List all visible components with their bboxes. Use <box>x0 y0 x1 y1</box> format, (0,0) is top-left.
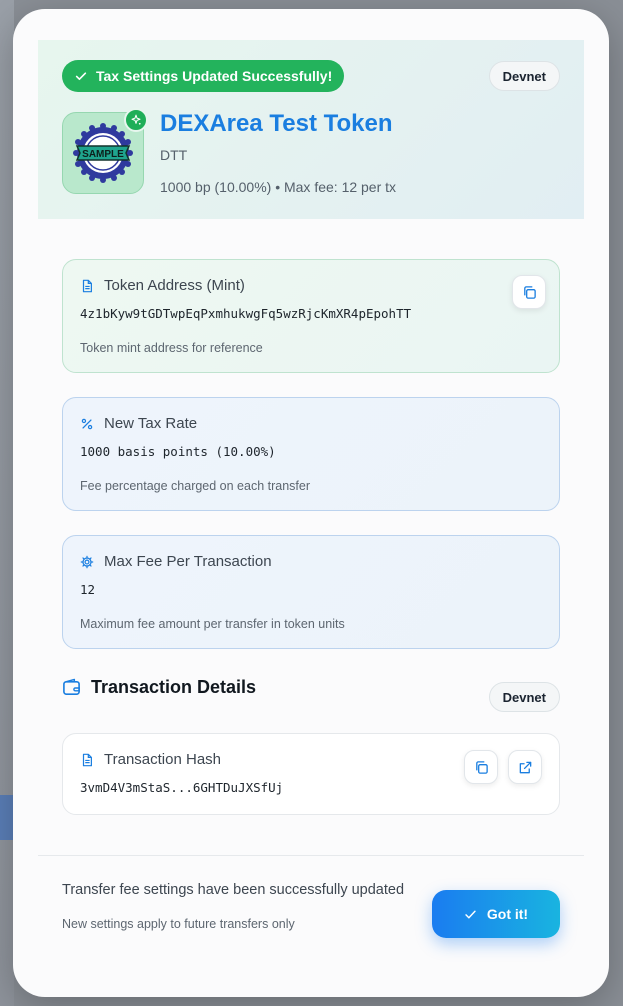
footer-subtext: New settings apply to future transfers o… <box>62 917 295 931</box>
tax-rate-title: New Tax Rate <box>80 415 197 432</box>
document-icon <box>82 753 92 766</box>
token-address-label: Token Address (Mint) <box>104 277 245 294</box>
transaction-hash-card: Transaction Hash 3vmD4V3mStaS...6GHTDuJX… <box>62 733 560 815</box>
success-badge: Tax Settings Updated Successfully! <box>62 60 345 92</box>
got-it-label: Got it! <box>486 906 529 922</box>
percent-icon <box>81 418 93 429</box>
transaction-network-badge: Devnet <box>488 682 560 712</box>
copy-hash-button[interactable] <box>464 750 498 784</box>
got-it-button[interactable]: Got it! <box>432 890 560 938</box>
max-fee-value: 12 <box>80 582 96 597</box>
page-backdrop <box>0 0 14 1006</box>
wallet-icon <box>63 678 80 695</box>
success-modal: Tax Settings Updated Successfully! Devne… <box>13 9 609 997</box>
max-fee-label: Max Fee Per Transaction <box>104 553 272 570</box>
sparkle-icon <box>131 114 141 125</box>
sample-logo-text: SAMPLE <box>82 149 124 160</box>
transaction-details-heading: Transaction Details <box>62 677 256 698</box>
token-address-title: Token Address (Mint) <box>80 277 245 294</box>
backdrop-element <box>0 795 14 840</box>
transaction-details-title: Transaction Details <box>91 677 257 697</box>
max-fee-card: Max Fee Per Transaction 12 Maximum fee a… <box>62 535 560 649</box>
copy-icon <box>475 760 488 774</box>
footer-message: Transfer fee settings have been successf… <box>62 882 405 898</box>
gear-icon <box>80 555 94 568</box>
external-link-icon <box>519 761 531 773</box>
open-explorer-button[interactable] <box>508 750 542 784</box>
copy-icon <box>523 285 536 299</box>
tax-rate-card: New Tax Rate 1000 basis points (10.00%) … <box>62 397 560 511</box>
network-badge: Devnet <box>488 61 560 91</box>
token-address-value: 4z1bKyw9tGDTwpEqPxmhukwgFq5wzRjcKmXR4pEp… <box>80 306 412 321</box>
check-icon <box>465 910 476 918</box>
footer-divider <box>38 855 584 856</box>
sample-seal-icon: SAMPLE <box>73 123 133 183</box>
token-address-card: Token Address (Mint) 4z1bKyw9tGDTwpEqPxm… <box>62 259 560 373</box>
token-symbol: DTT <box>160 147 188 163</box>
max-fee-title: Max Fee Per Transaction <box>80 553 272 570</box>
transaction-hash-title: Transaction Hash <box>80 751 221 768</box>
document-icon <box>82 279 92 292</box>
modal-header: Tax Settings Updated Successfully! Devne… <box>38 40 584 219</box>
transaction-hash-value: 3vmD4V3mStaS...6GHTDuJXSfUj <box>80 780 284 795</box>
check-icon <box>75 72 87 81</box>
token-fee-summary: 1000 bp (10.00%) • Max fee: 12 per tx <box>160 179 397 195</box>
token-address-note: Token mint address for reference <box>80 341 263 355</box>
sparkle-badge <box>124 108 148 132</box>
success-message: Tax Settings Updated Successfully! <box>96 68 333 84</box>
transaction-hash-label: Transaction Hash <box>104 751 221 768</box>
copy-address-button[interactable] <box>512 275 546 309</box>
max-fee-note: Maximum fee amount per transfer in token… <box>80 617 345 631</box>
tax-rate-note: Fee percentage charged on each transfer <box>80 479 311 493</box>
tax-rate-label: New Tax Rate <box>104 415 198 432</box>
tax-rate-value: 1000 basis points (10.00%) <box>80 444 276 459</box>
token-name: DEXArea Test Token <box>160 110 393 137</box>
